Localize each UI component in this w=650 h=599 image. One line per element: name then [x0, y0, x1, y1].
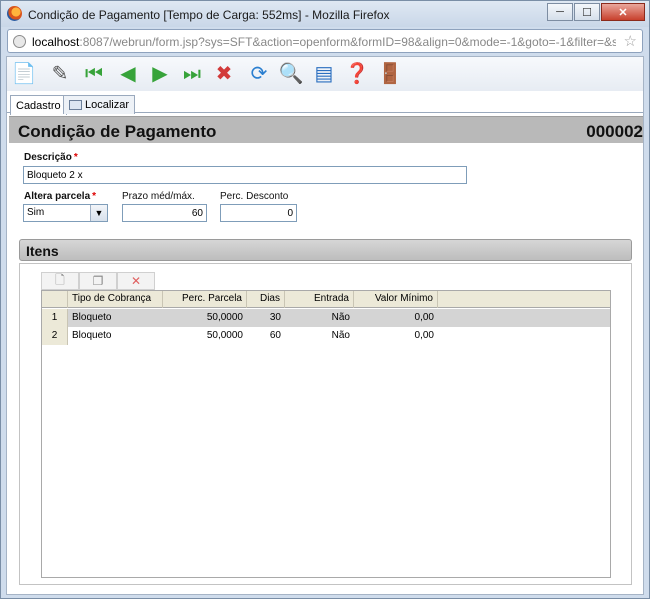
add-row-icon[interactable]: 🗋: [41, 272, 79, 290]
descricao-field[interactable]: [23, 166, 467, 184]
firefox-icon: [7, 6, 22, 21]
close-button[interactable]: ✕: [601, 3, 645, 21]
grid-header: Tipo de Cobrança Perc. Parcela Dias Entr…: [42, 291, 610, 308]
dias-cell[interactable]: 30: [247, 309, 285, 327]
page-content: 📄 ✎ ⏮ ◀ ▶ ⏭ ✖ ⟳ 🔍 ▤ ❓ 🚪 Cadastro Localiz…: [6, 56, 644, 595]
search-icon[interactable]: 🔍: [278, 61, 304, 87]
delete-row-icon[interactable]: ✕: [117, 272, 155, 290]
perc-cell[interactable]: 50,0000: [163, 327, 247, 345]
column-header[interactable]: Tipo de Cobrança: [68, 291, 163, 308]
desconto-field[interactable]: [220, 204, 297, 222]
window-title: Condição de Pagamento [Tempo de Carga: 5…: [28, 8, 390, 22]
bookmark-star-icon[interactable]: ☆: [624, 32, 637, 50]
grid-toolbar: 🗋 ❐ ✕: [41, 272, 155, 290]
column-header[interactable]: Perc. Parcela: [163, 291, 247, 308]
column-header[interactable]: Entrada: [285, 291, 354, 308]
tab-label: Cadastro: [16, 99, 61, 112]
maximize-button[interactable]: ☐: [574, 3, 600, 21]
first-record-icon[interactable]: ⏮: [81, 61, 107, 87]
column-header[interactable]: Dias: [247, 291, 285, 308]
valor-cell[interactable]: 0,00: [354, 309, 438, 327]
last-record-icon[interactable]: ⏭: [179, 61, 205, 87]
next-record-icon[interactable]: ▶: [147, 61, 173, 87]
itens-grid: Tipo de Cobrança Perc. Parcela Dias Entr…: [41, 290, 611, 578]
tab-strip: Cadastro Localizar: [7, 93, 643, 115]
globe-icon: [13, 35, 26, 48]
prazo-field[interactable]: [122, 204, 207, 222]
help-icon[interactable]: ❓: [344, 61, 370, 87]
window-controls: ─ ☐ ✕: [547, 3, 645, 21]
entrada-cell[interactable]: Não: [285, 327, 354, 345]
desconto-label: Perc. Desconto: [220, 191, 289, 202]
report-icon[interactable]: ▤: [311, 61, 337, 87]
form-toolbar: 📄 ✎ ⏮ ◀ ▶ ⏭ ✖ ⟳ 🔍 ▤ ❓ 🚪: [7, 57, 643, 91]
table-row[interactable]: 2 Bloqueto 50,0000 60 Não 0,00: [42, 327, 610, 345]
entrada-cell[interactable]: Não: [285, 309, 354, 327]
itens-section-bar: Itens: [19, 239, 632, 261]
row-number: 2: [42, 327, 68, 345]
address-bar[interactable]: localhost:8087/webrun/form.jsp?sys=SFT&a…: [7, 29, 643, 53]
tipo-cell[interactable]: Bloqueto: [68, 309, 163, 327]
row-number-header: [42, 291, 68, 308]
column-header[interactable]: Valor Mínimo: [354, 291, 438, 308]
record-code: 000002: [586, 122, 643, 141]
minimize-button[interactable]: ─: [547, 3, 573, 21]
row-number: 1: [42, 309, 68, 327]
exit-icon[interactable]: 🚪: [377, 61, 403, 87]
chevron-down-icon: ▼: [90, 205, 107, 221]
edit-icon[interactable]: ✎: [47, 61, 73, 87]
new-record-icon[interactable]: 📄: [11, 61, 37, 87]
previous-record-icon[interactable]: ◀: [115, 61, 141, 87]
descricao-label: Descrição *: [24, 152, 78, 163]
url-text: localhost:8087/webrun/form.jsp?sys=SFT&a…: [32, 35, 616, 49]
page-title: Condição de Pagamento: [18, 122, 217, 141]
browser-window: Condição de Pagamento [Tempo de Carga: 5…: [0, 0, 650, 599]
section-title: Itens: [26, 243, 59, 259]
tab-label: Localizar: [85, 99, 130, 111]
title-bar: Condição de Pagamento [Tempo de Carga: 5…: [1, 1, 649, 27]
valor-cell[interactable]: 0,00: [354, 327, 438, 345]
form-header: Condição de Pagamento 000002: [9, 116, 643, 143]
dias-cell[interactable]: 60: [247, 327, 285, 345]
altera-parcela-select[interactable]: Sim ▼: [23, 204, 108, 222]
altera-parcela-label: Altera parcela *: [24, 191, 97, 202]
tab-cadastro[interactable]: Cadastro: [10, 95, 67, 115]
copy-row-icon[interactable]: ❐: [79, 272, 117, 290]
table-row[interactable]: 1 Bloqueto 50,0000 30 Não 0,00: [42, 309, 610, 327]
delete-icon[interactable]: ✖: [211, 61, 237, 87]
perc-cell[interactable]: 50,0000: [163, 309, 247, 327]
search-window-icon: [69, 100, 82, 110]
refresh-icon[interactable]: ⟳: [246, 61, 272, 87]
tab-localizar[interactable]: Localizar: [63, 95, 136, 114]
tipo-cell[interactable]: Bloqueto: [68, 327, 163, 345]
prazo-label: Prazo méd/máx.: [122, 191, 195, 202]
